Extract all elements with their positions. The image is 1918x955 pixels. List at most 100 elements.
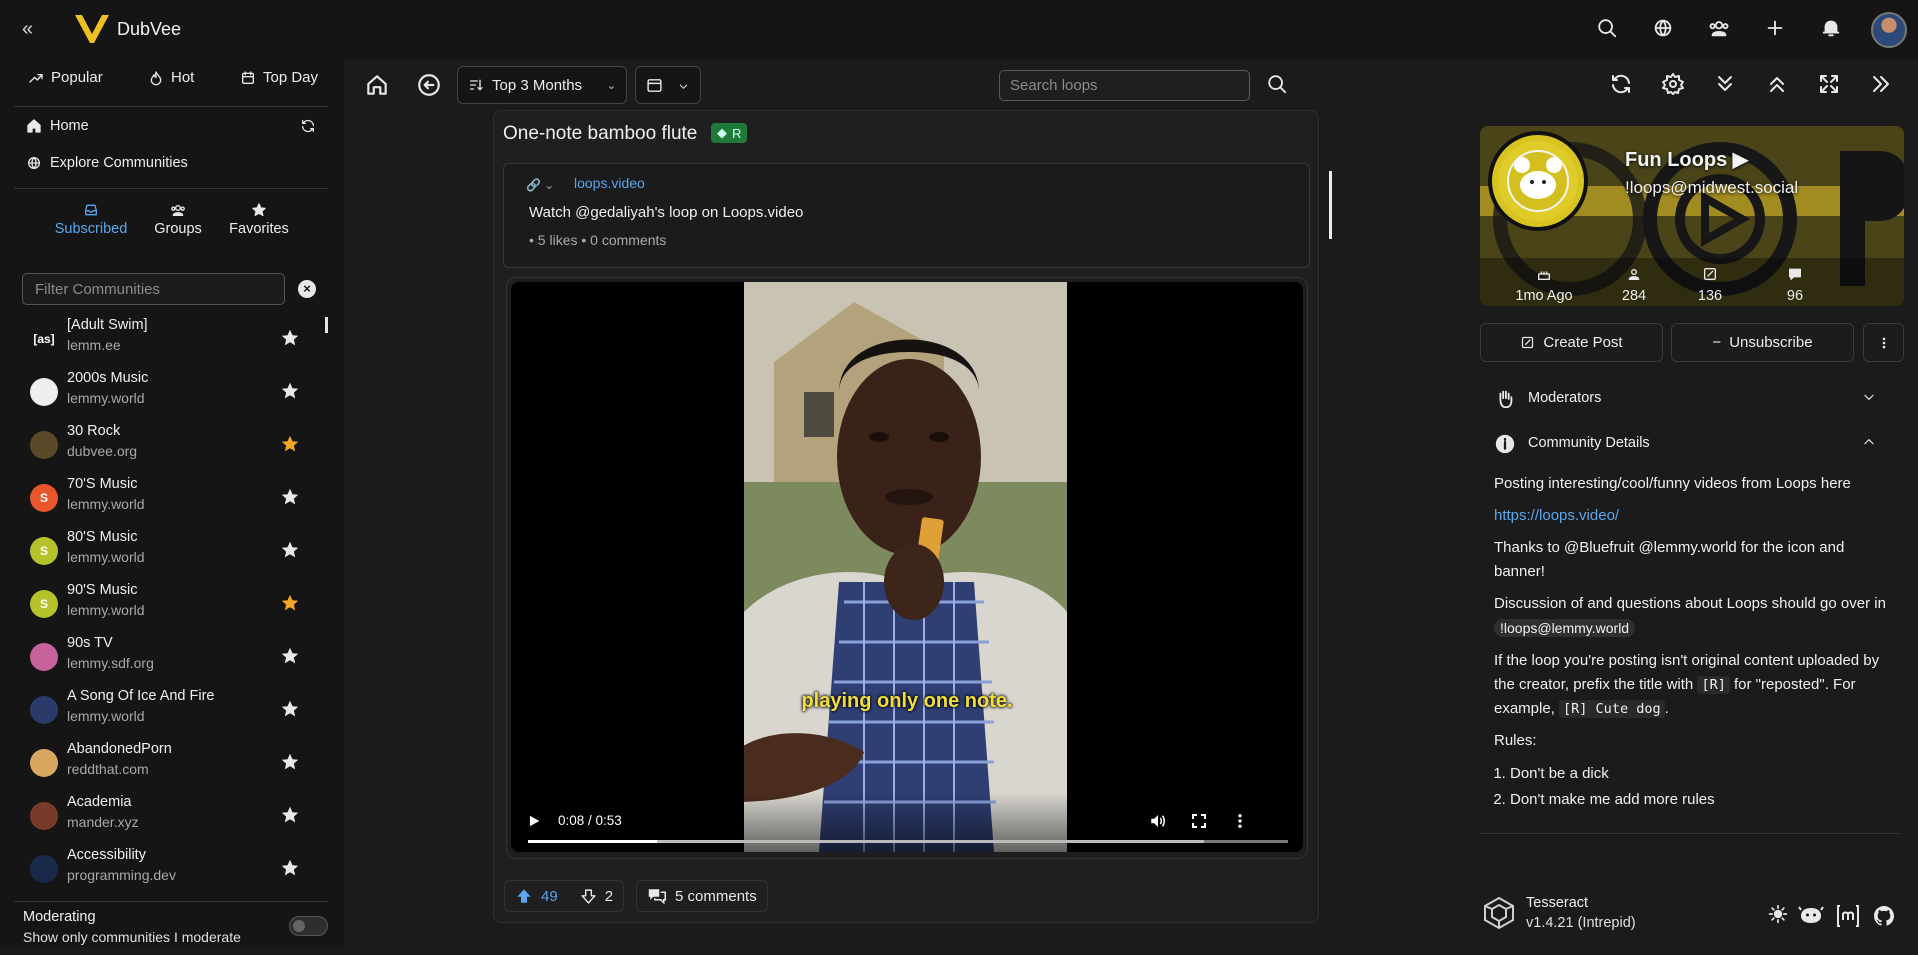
video[interactable]: playing only one note. 0:08 / 0:53 [511,282,1303,852]
unsubscribe-button[interactable]: − Unsubscribe [1671,323,1854,362]
sun-icon[interactable] [1768,904,1788,924]
scrollbar[interactable] [325,317,328,333]
explore-icon[interactable] [1652,17,1674,39]
minus-icon: − [1712,334,1722,351]
back-icon[interactable] [416,72,442,98]
rule-item: Don't make me add more rules [1510,787,1899,813]
volume-icon[interactable] [1149,812,1167,830]
post-tag-badge[interactable]: ◆ R [711,123,748,143]
create-post-button[interactable]: Create Post [1480,323,1663,362]
community-list-item[interactable]: A Song Of Ice And Fire lemmy.world [0,684,330,737]
moderating-toggle[interactable] [289,916,328,936]
community-instance: mander.xyz [67,814,139,830]
collapse-right-icon[interactable] [1869,72,1893,96]
chat-icon [1789,268,1801,280]
nav-explore-communities[interactable]: Explore Communities [26,155,188,171]
community-list-item[interactable]: S 80'S Music lemmy.world [0,525,330,578]
favorite-star-icon[interactable] [279,433,301,455]
user-avatar[interactable] [1871,12,1907,48]
tab-subscribed[interactable]: Subscribed [46,202,136,237]
favorite-star-icon[interactable] [279,698,301,720]
link-preview[interactable]: 🔗 ⌄ loops.video Watch @gedaliyah's loop … [503,163,1310,268]
community-icon[interactable] [1488,131,1588,231]
sort-popular-tab[interactable]: Popular [28,69,103,86]
link-title[interactable]: Watch @gedaliyah's loop on Loops.video [529,204,803,221]
tab-groups[interactable]: Groups [133,202,223,237]
community-list-item[interactable]: [as] [Adult Swim] lemm.ee [0,313,330,366]
plus-icon[interactable] [1764,17,1786,39]
favorite-star-icon[interactable] [279,804,301,826]
expand-all-icon[interactable] [1765,72,1789,96]
community-list-item[interactable]: 30 Rock dubvee.org [0,419,330,472]
collapse-all-icon[interactable] [1713,72,1737,96]
filter-communities-input[interactable] [22,273,285,305]
scrollbar[interactable] [1329,171,1332,239]
home-icon [27,119,41,133]
favorite-star-icon[interactable] [279,539,301,561]
tesseract-logo[interactable] [1482,896,1516,930]
gear-icon[interactable] [1661,72,1685,96]
favorite-star-icon[interactable] [279,645,301,667]
view-mode-select[interactable] [635,66,701,104]
favorite-star-icon[interactable] [279,327,301,349]
community-link[interactable]: https://loops.video/ [1494,507,1619,524]
community-description: Posting interesting/cool/funny videos fr… [1494,472,1899,813]
favorite-star-icon[interactable] [279,486,301,508]
community-list-item[interactable]: 90s TV lemmy.sdf.org [0,631,330,684]
community-name: AbandonedPorn [67,741,172,757]
matrix-icon[interactable] [1836,904,1860,928]
community-list-item[interactable]: 2000s Music lemmy.world [0,366,330,419]
favorite-star-icon[interactable] [279,857,301,879]
collapse-sidebar-icon[interactable]: « [22,18,33,41]
community-list-item[interactable]: Academia mander.xyz [0,790,330,843]
clear-filter-icon[interactable]: × [298,280,316,298]
link-icon[interactable]: 🔗 ⌄ [526,178,554,192]
users-icon[interactable] [1708,17,1730,39]
nav-home[interactable]: Home [26,118,89,134]
community-avatar: S [30,590,58,618]
community-mention[interactable]: !loops@lemmy.world [1494,619,1636,637]
sort-top-day-tab[interactable]: Top Day [240,69,318,86]
dubvee-logo[interactable] [74,12,110,46]
favorite-star-icon[interactable] [279,380,301,402]
search-loops-input[interactable] [999,70,1250,101]
post-title[interactable]: One-note bamboo flute [503,123,697,145]
favorite-star-icon[interactable] [279,751,301,773]
community-list-item[interactable]: AbandonedPorn reddthat.com [0,737,330,790]
favorite-star-icon[interactable] [279,592,301,614]
refresh-icon[interactable] [1609,72,1633,96]
play-icon[interactable] [527,814,541,828]
sort-hot-tab[interactable]: Hot [148,69,194,86]
community-handle: !loops@midwest.social [1625,178,1799,197]
more-options-icon[interactable] [1231,812,1249,830]
fullscreen-icon[interactable] [1817,72,1841,96]
github-icon[interactable] [1872,904,1896,928]
video-caption: playing only one note. [801,690,1013,712]
moderators-accordion[interactable]: Moderators [1480,378,1900,420]
community-list-item[interactable]: S 90'S Music lemmy.world [0,578,330,631]
refresh-icon[interactable] [300,118,316,134]
community-details-accordion[interactable]: Community Details [1480,423,1900,465]
video-progress-bar[interactable] [528,840,1288,843]
community-title[interactable]: Fun Loops ▶ [1625,147,1748,172]
community-list-item[interactable]: Accessibility programming.dev [0,843,330,896]
community-list-item[interactable]: S 70'S Music lemmy.world [0,472,330,525]
stat-posts: 136 [1670,266,1750,304]
upvote-icon[interactable] [515,887,533,905]
bell-icon[interactable] [1820,17,1842,39]
link-domain[interactable]: loops.video [574,175,645,191]
search-icon[interactable] [1266,73,1288,95]
sort-select[interactable]: Top 3 Months ⌄ [457,66,627,104]
divider [14,901,328,902]
lemmy-icon[interactable] [1798,904,1824,926]
more-options-button[interactable] [1863,323,1904,362]
search-icon[interactable] [1596,17,1618,39]
fullscreen-icon[interactable] [1191,813,1207,829]
downvote-icon[interactable] [580,888,597,905]
home-icon[interactable] [364,72,390,98]
app-name[interactable]: DubVee [117,19,181,40]
community-name: [Adult Swim] [67,317,148,333]
tab-favorites[interactable]: Favorites [214,202,304,237]
comments-button[interactable]: 5 comments [636,880,768,912]
community-avatar [30,378,58,406]
